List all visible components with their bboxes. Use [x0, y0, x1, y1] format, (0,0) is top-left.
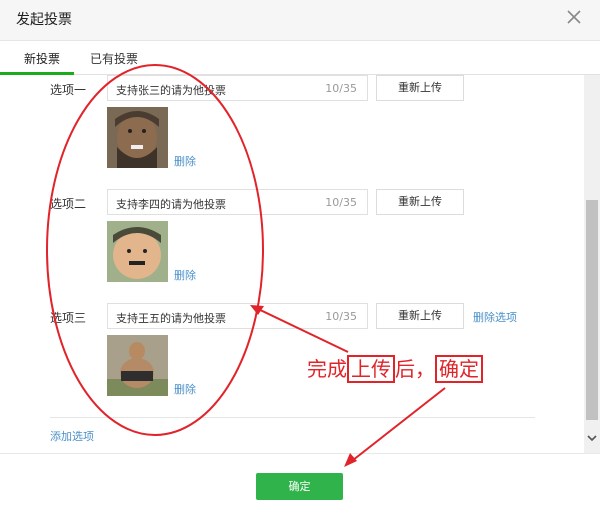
tab-existing-votes[interactable]: 已有投票 — [90, 50, 138, 67]
annotation-box: 确定 — [435, 355, 483, 383]
delete-image-link[interactable]: 删除 — [174, 381, 196, 397]
annotation-text: 完成 上传 后， 确定 — [307, 353, 483, 383]
option-image — [107, 221, 168, 282]
reupload-button[interactable]: 重新上传 — [376, 189, 464, 215]
char-counter: 10/35 — [325, 82, 357, 95]
portrait-image — [107, 107, 168, 168]
option-text: 支持张三的请为他投票 — [116, 84, 226, 97]
delete-image-link[interactable]: 删除 — [174, 267, 196, 283]
vote-dialog: 发起投票 新投票 已有投票 选项一 支持张三的请为他投票 10/35 重新上传 — [0, 0, 600, 515]
option-label: 选项二 — [50, 197, 87, 211]
delete-image-link[interactable]: 删除 — [174, 153, 196, 169]
tab-new-vote[interactable]: 新投票 — [24, 50, 60, 67]
annotation-box: 上传 — [347, 355, 395, 383]
divider — [50, 417, 535, 418]
scroll-down-icon[interactable] — [586, 432, 598, 444]
close-icon[interactable] — [566, 9, 582, 25]
options-panel: 选项一 支持张三的请为他投票 10/35 重新上传 删除 选项二 支持李四的请为… — [0, 75, 584, 453]
dialog-title: 发起投票 — [16, 12, 72, 28]
annotation-text-part: 完成 — [307, 357, 347, 381]
delete-option-link[interactable]: 删除选项 — [473, 309, 517, 325]
portrait-image — [107, 221, 168, 282]
char-counter: 10/35 — [325, 196, 357, 209]
option-text: 支持王五的请为他投票 — [116, 312, 226, 325]
tab-bar: 新投票 已有投票 — [0, 40, 600, 75]
reupload-button[interactable]: 重新上传 — [376, 303, 464, 329]
scrollbar-thumb[interactable] — [586, 200, 598, 420]
dialog-footer: 确定 — [0, 453, 600, 515]
option-image — [107, 335, 168, 396]
portrait-image — [107, 335, 168, 396]
option-text: 支持李四的请为他投票 — [116, 198, 226, 211]
char-counter: 10/35 — [325, 310, 357, 323]
confirm-button[interactable]: 确定 — [256, 473, 343, 500]
option-label: 选项三 — [50, 311, 87, 325]
option-text-input[interactable]: 支持张三的请为他投票 10/35 — [107, 75, 368, 101]
add-option-link[interactable]: 添加选项 — [50, 428, 94, 444]
annotation-text-part: 后， — [395, 357, 435, 381]
option-text-input[interactable]: 支持王五的请为他投票 10/35 — [107, 303, 368, 329]
option-image — [107, 107, 168, 168]
dialog-title-bar: 发起投票 — [0, 0, 600, 41]
reupload-button[interactable]: 重新上传 — [376, 75, 464, 101]
option-text-input[interactable]: 支持李四的请为他投票 10/35 — [107, 189, 368, 215]
option-label: 选项一 — [50, 83, 87, 97]
